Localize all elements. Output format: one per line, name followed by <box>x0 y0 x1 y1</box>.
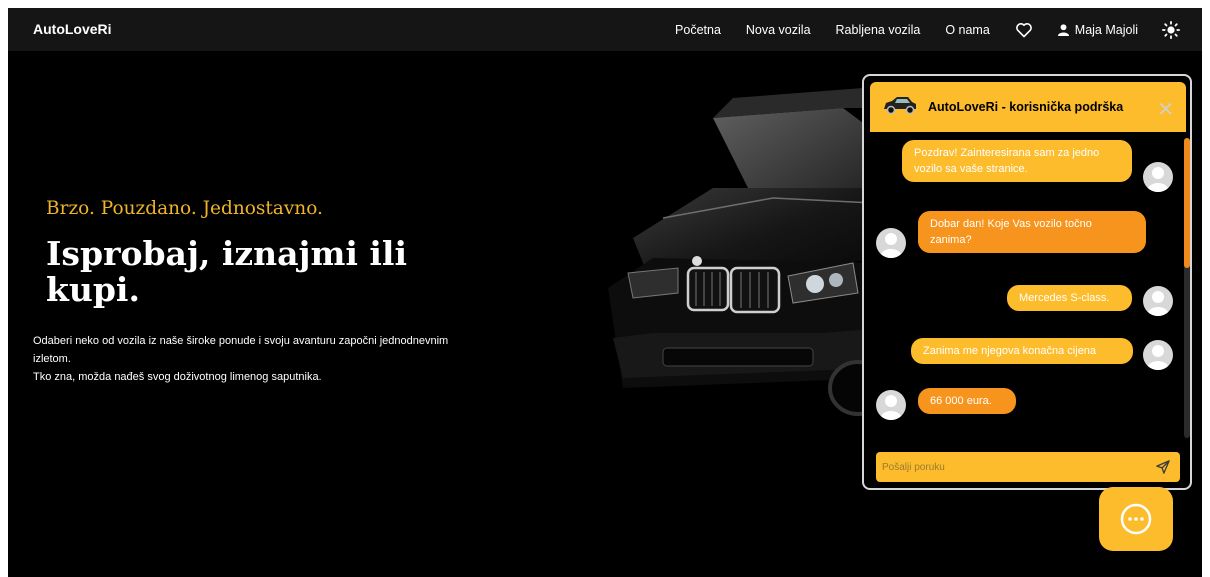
chat-message-user: Pozdrav! Zainteresirana sam za jedno voz… <box>902 140 1132 182</box>
chat-input-box <box>876 452 1180 482</box>
chat-message-agent: 66 000 eura. <box>918 388 1016 414</box>
support-chat-window: AutoLoveRi - korisnička podrška ✕ Pozdra… <box>862 74 1192 490</box>
chat-scrollbar[interactable] <box>1184 138 1190 438</box>
hero-description-line-1: Odaberi neko od vozila iz naše široke po… <box>33 335 449 365</box>
avatar <box>1143 286 1173 316</box>
hero-description: Odaberi neko od vozila iz naše široke po… <box>33 332 463 386</box>
brand-logo[interactable]: AutoLoveRi <box>33 21 112 37</box>
open-chat-button[interactable] <box>1099 487 1173 551</box>
scrollbar-thumb[interactable] <box>1184 138 1190 268</box>
user-icon <box>1057 23 1069 36</box>
avatar <box>876 228 906 258</box>
chat-bubble-icon <box>1120 503 1152 535</box>
nav-link-o-nama[interactable]: O nama <box>945 23 989 37</box>
page: AutoLoveRi Početna Nova vozila Rabljena … <box>8 8 1202 577</box>
chat-message-user: Mercedes S-class. <box>1007 285 1132 311</box>
nav-link-rabljena-vozila[interactable]: Rabljena vozila <box>836 23 921 37</box>
hero-headline: Isprobaj, iznajmi ili kupi. <box>46 234 408 309</box>
user-name: Maja Majoli <box>1074 22 1138 37</box>
user-menu[interactable]: Maja Majoli <box>1057 22 1138 37</box>
close-icon[interactable]: ✕ <box>1157 97 1174 122</box>
chat-message-input[interactable] <box>882 452 1152 482</box>
nav-links: Početna Nova vozila Rabljena vozila O na… <box>675 8 1202 51</box>
avatar <box>1143 340 1173 370</box>
chat-message-agent: Dobar dan! Koje Vas vozilo točno zanima? <box>918 211 1146 253</box>
chat-title: AutoLoveRi - korisnička podrška <box>928 100 1124 114</box>
nav-link-nova-vozila[interactable]: Nova vozila <box>746 23 811 37</box>
nav-link-pocetna[interactable]: Početna <box>675 23 721 37</box>
sun-icon[interactable] <box>1162 20 1180 39</box>
hero-tagline: Brzo. Pouzdano. Jednostavno. <box>46 198 323 219</box>
chat-header: AutoLoveRi - korisnička podrška ✕ <box>870 82 1186 132</box>
navbar: AutoLoveRi Početna Nova vozila Rabljena … <box>8 8 1202 51</box>
chat-message-user: Zanima me njegova konačna cijena <box>911 338 1133 364</box>
heart-icon[interactable] <box>1015 22 1033 38</box>
send-icon[interactable] <box>1156 460 1170 479</box>
hero-car-image <box>608 88 883 416</box>
hero-description-line-2: Tko zna, možda nađeš svog doživotnog lim… <box>33 371 322 383</box>
avatar <box>876 390 906 420</box>
avatar <box>1143 162 1173 192</box>
car-icon <box>882 95 918 120</box>
